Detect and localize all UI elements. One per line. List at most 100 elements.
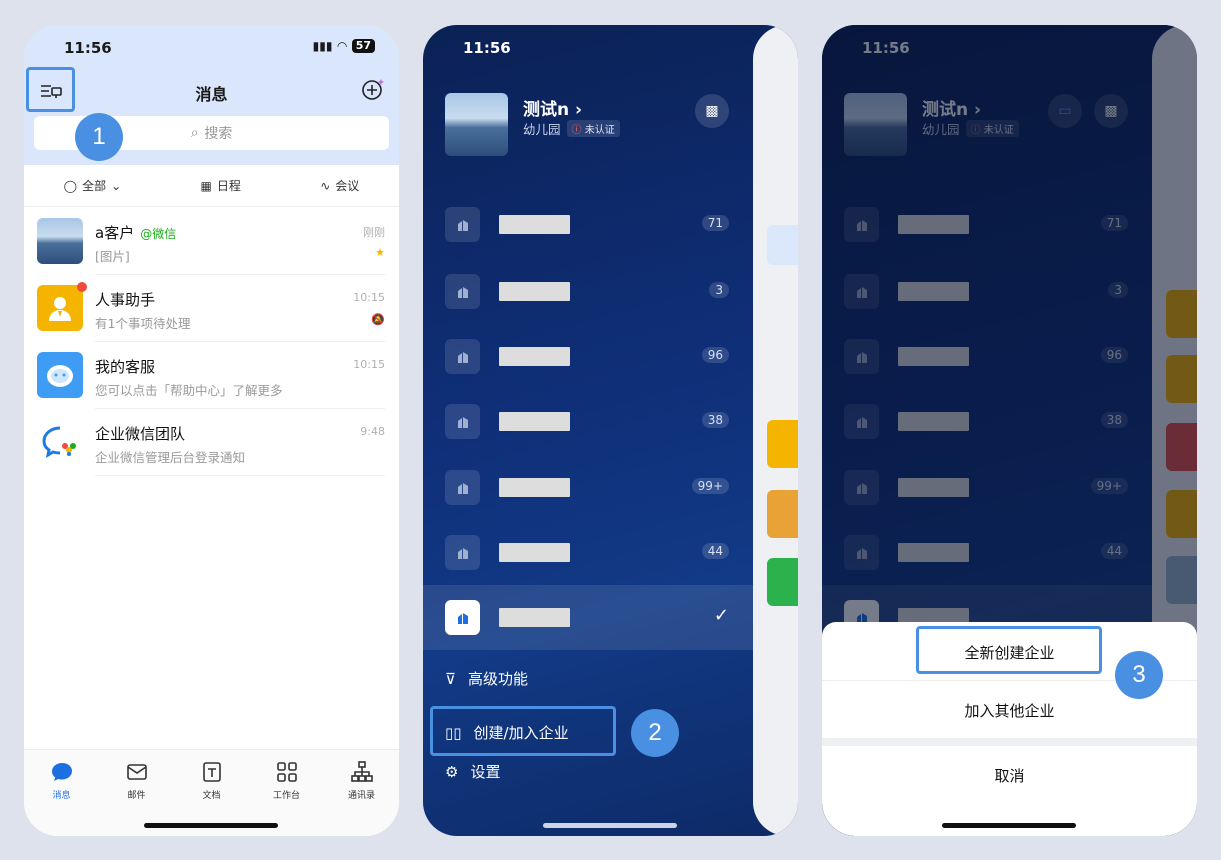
meeting-icon: ∿: [320, 178, 331, 193]
chat-row-wecom-team[interactable]: 企业微信团队 企业微信管理后台登录通知 9:48: [24, 409, 399, 476]
status-time: 11:56: [862, 39, 910, 57]
chevron-down-icon: ⌄: [111, 178, 122, 193]
hr-assistant-avatar: [37, 285, 83, 331]
org-name-redacted: [499, 215, 570, 234]
building-icon: [844, 535, 879, 570]
building-icon: [445, 470, 480, 505]
org-avatar[interactable]: [844, 93, 907, 156]
tab-label: 消息: [52, 791, 71, 801]
unverified-label: 未认证: [983, 125, 1014, 136]
mail-icon: [126, 764, 147, 780]
cancel-button[interactable]: 取消: [822, 765, 1197, 786]
org-row[interactable]: 71: [822, 192, 1152, 257]
org-name[interactable]: 测试n ›: [523, 95, 582, 120]
calendar-icon: ▦: [200, 178, 212, 193]
filter-all-label: 全部: [82, 179, 107, 193]
filter-meeting[interactable]: ∿ 会议: [320, 177, 359, 194]
advanced-features-label: 高级功能: [467, 670, 528, 688]
org-avatar[interactable]: [445, 93, 508, 156]
qr-code-button[interactable]: ▩: [695, 94, 729, 128]
chat-row-hr-assistant[interactable]: 人事助手 有1个事项待处理 10:15 🔕: [24, 275, 399, 342]
org-row[interactable]: 38: [423, 389, 753, 454]
tab-messages[interactable]: 消息: [32, 760, 92, 836]
org-name-redacted: [499, 608, 570, 627]
org-row[interactable]: 44: [822, 520, 1152, 585]
unread-dot: [77, 282, 87, 292]
unread-count-badge: 3: [709, 282, 729, 298]
home-indicator: [543, 823, 677, 828]
org-name-text: 测试n: [922, 100, 969, 120]
org-name[interactable]: 测试n ›: [922, 95, 981, 120]
page-title: 消息: [195, 85, 228, 104]
org-chart-icon: [350, 761, 373, 782]
chevron-right-icon: ›: [575, 100, 583, 120]
phone-create-org-sheet-screen: 11:56 测试n › 幼儿园 ⓘ 未认证 ▭ ▩ 71 3 96 38 99+ …: [822, 25, 1197, 836]
org-row[interactable]: 96: [822, 324, 1152, 389]
org-subtitle: 幼儿园 ⓘ 未认证: [922, 119, 1019, 138]
unread-count-badge: 3: [1108, 282, 1128, 298]
org-row[interactable]: 96: [423, 324, 753, 389]
org-row[interactable]: 38: [822, 389, 1152, 454]
org-type: 幼儿园: [922, 122, 960, 137]
filter-meeting-label: 会议: [335, 179, 360, 193]
org-row-selected[interactable]: ✓: [423, 585, 753, 650]
org-row[interactable]: 44: [423, 520, 753, 585]
unverified-badge: ⓘ 未认证: [965, 120, 1019, 137]
chat-row-customer-service[interactable]: 我的客服 您可以点击「帮助中心」了解更多 10:15: [24, 342, 399, 409]
org-name-redacted: [898, 282, 969, 301]
org-row[interactable]: 99+: [822, 455, 1152, 520]
phone-org-drawer-screen: 11:56 测试n › 幼儿园 ⓘ 未认证 ▩ 71 3 96 38 99+ 44…: [423, 25, 798, 836]
org-name-redacted: [499, 347, 570, 366]
search-icon: ⌕: [190, 125, 199, 141]
org-row[interactable]: 99+: [423, 455, 753, 520]
chat-name: 企业微信团队: [95, 425, 186, 443]
step-badge-2: 2: [631, 709, 679, 757]
star-icon: ★: [375, 246, 385, 259]
warning-icon: ⓘ: [571, 125, 582, 136]
building-icon: [844, 404, 879, 439]
org-row[interactable]: 71: [423, 192, 753, 257]
chat-name: 人事助手: [95, 291, 156, 309]
org-name-redacted: [898, 347, 969, 366]
unread-count-badge: 96: [1100, 347, 1128, 363]
org-type: 幼儿园: [523, 122, 561, 137]
divider: [95, 475, 385, 476]
unread-count-badge: 96: [701, 347, 729, 363]
qr-code-button[interactable]: ▩: [1094, 94, 1128, 128]
building-icon: [844, 470, 879, 505]
org-subtitle: 幼儿园 ⓘ 未认证: [523, 119, 620, 138]
tab-label: 邮件: [127, 791, 146, 801]
filter-all[interactable]: ◯ 全部 ⌄: [64, 177, 122, 194]
join-other-org-button[interactable]: 加入其他企业: [822, 700, 1197, 721]
org-name-redacted: [499, 478, 570, 497]
status-time: 11:56: [463, 39, 511, 57]
create-new-highlight: [916, 626, 1102, 674]
org-name-redacted: [898, 215, 969, 234]
org-row[interactable]: 3: [423, 259, 753, 324]
org-name-redacted: [499, 543, 570, 562]
filter-schedule[interactable]: ▦ 日程: [201, 177, 241, 194]
building-icon: [844, 274, 879, 309]
settings-item[interactable]: ⚙ 设置: [445, 761, 500, 782]
monitor-icon: ▭: [1058, 103, 1072, 119]
unread-count-badge: 38: [1100, 412, 1128, 428]
chat-row-customer[interactable]: a客户 @微信 [图片] 刚刚 ★: [24, 208, 399, 275]
tab-contacts[interactable]: 通讯录: [332, 760, 392, 836]
chat-avatar: [37, 218, 83, 264]
desktop-button[interactable]: ▭: [1048, 94, 1082, 128]
building-icon: [445, 207, 480, 242]
settings-label: 设置: [470, 763, 501, 781]
unverified-badge: ⓘ 未认证: [566, 120, 620, 137]
v-logo-icon: ⊽: [445, 669, 456, 688]
tab-label: 通讯录: [347, 791, 375, 801]
unread-count-badge: 71: [1100, 215, 1128, 231]
chat-name: 我的客服: [95, 358, 156, 376]
unread-count-badge: 99+: [691, 478, 729, 494]
add-plus-icon[interactable]: [361, 77, 385, 101]
step-badge-1: 1: [75, 113, 123, 161]
advanced-features-item[interactable]: ⊽ 高级功能: [445, 668, 528, 689]
chat-preview: 有1个事项待处理: [95, 316, 191, 331]
service-robot-avatar: [37, 352, 83, 398]
qr-code-icon: ▩: [1104, 103, 1118, 119]
org-row[interactable]: 3: [822, 259, 1152, 324]
